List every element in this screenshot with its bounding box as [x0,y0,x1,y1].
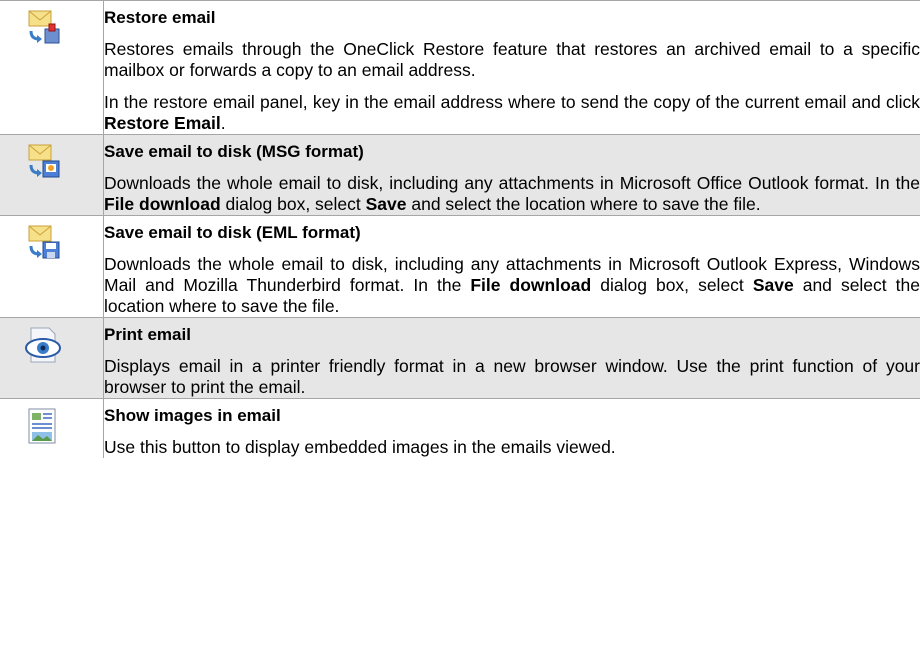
text-run: . [220,113,226,133]
row-title: Restore email [104,8,216,27]
row-title: Save email to disk (MSG format) [104,142,364,161]
bold-term: Save [752,275,794,295]
text-run: In the restore email panel, key in the e… [104,92,920,112]
feature-row-save-msg: Save email to disk (MSG format) Download… [0,134,920,216]
text-cell: Show images in email Use this button to … [104,399,920,459]
row-title: Print email [104,325,191,344]
email-restore-icon [28,10,60,44]
row-description: Use this button to display embedded imag… [104,437,920,458]
save-msg-icon [28,144,60,178]
row-title: Save email to disk (EML format) [104,223,361,242]
feature-row-print-email: Print email Displays email in a printer … [0,317,920,399]
save-eml-icon [28,225,60,259]
text-run: dialog box, select [591,275,753,295]
text-run: dialog box, select [220,194,366,214]
print-preview-eye-icon [25,327,61,363]
icon-cell [0,317,104,399]
row-description: Restores emails through the OneClick Res… [104,39,920,81]
text-run: Displays email in a printer friendly for… [104,356,920,397]
icon-cell [0,215,104,318]
bold-term: Save [365,194,407,214]
row-description: Displays email in a printer friendly for… [104,356,920,398]
bold-term: File download [470,275,592,295]
row-description: Downloads the whole email to disk, inclu… [104,173,920,215]
feature-row-show-images: Show images in email Use this button to … [0,398,920,459]
show-images-icon [28,408,56,444]
feature-table: Restore email Restores emails through th… [0,0,920,458]
text-cell: Save email to disk (EML format) Download… [104,216,920,318]
row-title: Show images in email [104,406,281,425]
row-description: In the restore email panel, key in the e… [104,92,920,134]
feature-row-save-eml: Save email to disk (EML format) Download… [0,215,920,318]
text-run: Use this button to display embedded imag… [104,437,616,457]
text-run: Restores emails through the OneClick Res… [104,39,920,80]
icon-cell [0,134,104,216]
feature-row-restore-email: Restore email Restores emails through th… [0,0,920,135]
text-cell: Save email to disk (MSG format) Download… [103,134,920,216]
text-cell: Restore email Restores emails through th… [104,1,920,135]
row-description: Downloads the whole email to disk, inclu… [104,254,920,317]
text-cell: Print email Displays email in a printer … [103,317,920,399]
icon-cell [0,398,104,458]
text-run: Downloads the whole email to disk, inclu… [104,173,920,193]
bold-term: Restore Email [104,113,221,133]
icon-cell [0,0,104,135]
bold-term: File download [104,194,221,214]
text-run: and select the location where to save th… [406,194,761,214]
